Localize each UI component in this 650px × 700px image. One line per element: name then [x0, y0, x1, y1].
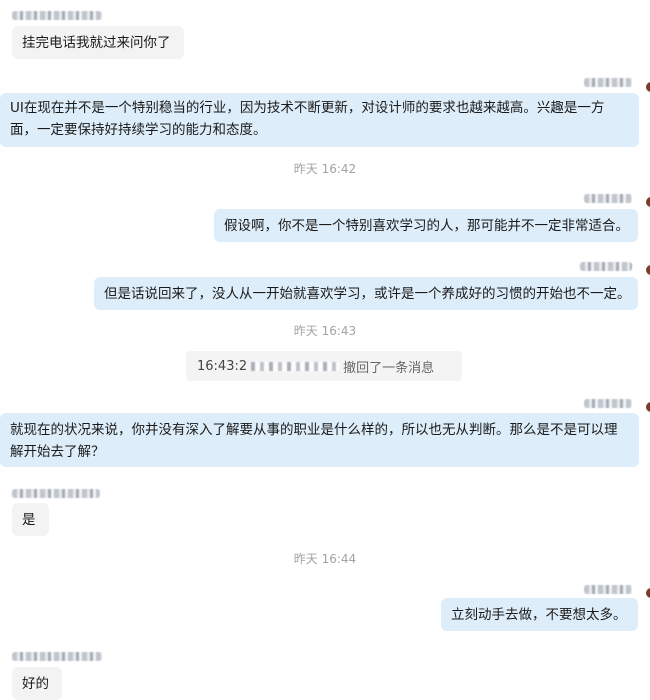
timestamp: 昨天 16:44: [293, 552, 357, 566]
avatar[interactable]: [646, 82, 650, 92]
message-bubble-outgoing[interactable]: 但是话说回来了，没人从一开始就喜欢学习，或许是一个养成好的习惯的开始也不一定。: [94, 277, 638, 310]
message-text: 立刻动手去做，不要想太多。: [451, 607, 627, 623]
recall-sender-blurred: [251, 361, 340, 371]
message-bubble-incoming[interactable]: 是: [12, 503, 49, 536]
message-bubble-incoming[interactable]: 好的: [12, 667, 62, 700]
message-text: 但是话说回来了，没人从一开始就喜欢学习，或许是一个养成好的习惯的开始也不一定。: [104, 286, 631, 302]
sender-name-blurred: [584, 194, 632, 203]
message-bubble-outgoing[interactable]: UI在现在并不是一个特别稳当的行业，因为技术不断更新，对设计师的要求也越来越高。…: [0, 93, 639, 147]
message-bubble-outgoing[interactable]: 假设啊，你不是一个特别喜欢学习的人，那可能并不一定非常适合。: [214, 209, 638, 242]
message-bubble-outgoing[interactable]: 立刻动手去做，不要想太多。: [441, 598, 638, 631]
message-text: 是: [22, 512, 36, 528]
message-text: 就现在的状况来说，你并没有深入了解要从事的职业是什么样的，所以也无从判断。那么是…: [10, 422, 618, 460]
sender-name-blurred: [584, 78, 632, 87]
sender-name-blurred: [584, 399, 632, 408]
message-bubble-incoming[interactable]: 挂完电话我就过来问你了: [12, 26, 184, 59]
sender-name-blurred: [12, 652, 102, 661]
avatar[interactable]: [646, 402, 650, 412]
message-text: 假设啊，你不是一个特别喜欢学习的人，那可能并不一定非常适合。: [224, 218, 629, 234]
sender-name-blurred: [580, 262, 632, 271]
timestamp: 昨天 16:43: [293, 324, 357, 338]
message-text: 挂完电话我就过来问你了: [22, 35, 171, 51]
message-text: UI在现在并不是一个特别稳当的行业，因为技术不断更新，对设计师的要求也越来越高。…: [10, 100, 605, 138]
recall-time: 16:43:2: [197, 358, 248, 374]
sender-name-blurred: [12, 489, 100, 498]
timestamp: 昨天 16:42: [293, 162, 357, 176]
message-text: 好的: [22, 676, 49, 692]
avatar[interactable]: [646, 588, 650, 598]
recall-notice: 16:43:2 撤回了一条消息: [186, 351, 462, 381]
recall-text: 撤回了一条消息: [343, 360, 435, 376]
message-bubble-outgoing[interactable]: 就现在的状况来说，你并没有深入了解要从事的职业是什么样的，所以也无从判断。那么是…: [0, 413, 639, 467]
avatar[interactable]: [646, 197, 650, 207]
sender-name-blurred: [584, 585, 632, 594]
sender-name-blurred: [12, 11, 102, 20]
avatar[interactable]: [646, 265, 650, 275]
